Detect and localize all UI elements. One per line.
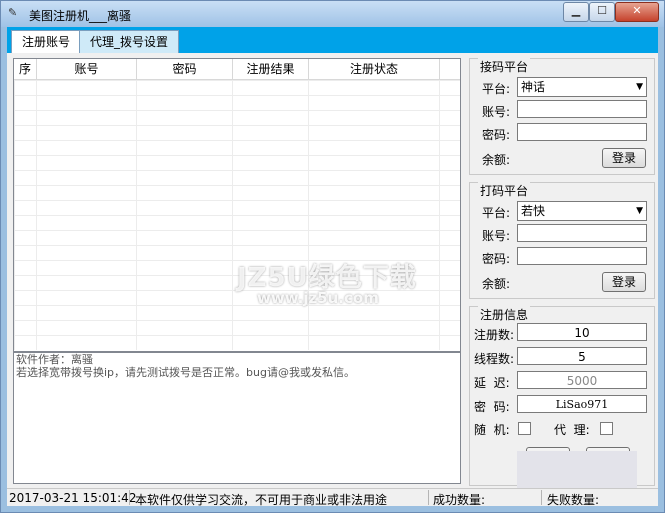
grid-column-divider — [439, 80, 440, 350]
column-header-result[interactable]: 注册结果 — [233, 59, 309, 79]
grid-header: 序 账号 密码 注册结果 注册状态 — [14, 59, 460, 80]
close-button[interactable]: ✕ — [615, 2, 659, 22]
chevron-down-icon: ▼ — [636, 82, 643, 92]
status-divider — [129, 490, 130, 505]
receive-account-input[interactable] — [517, 100, 647, 118]
status-notice: 本软件仅供学习交流，不可用于商业或非法用途 — [135, 493, 388, 507]
captcha-login-button[interactable]: 登录 — [602, 272, 646, 292]
captcha-platform-title: 打码平台 — [478, 182, 531, 199]
captcha-platform-label: 平台: — [482, 206, 511, 220]
window-title: 美图注册机___离骚 — [29, 9, 132, 23]
delay-input[interactable]: 5000 — [517, 371, 647, 389]
receive-platform-title: 接码平台 — [478, 58, 531, 75]
receive-platform-label: 平台: — [482, 82, 511, 96]
register-password-label: 密 码: — [474, 400, 510, 414]
log-textbox[interactable]: 软件作者：离骚 若选择宽带拨号换ip，请先测试拨号是否正常。bug请@我或发私信… — [13, 352, 461, 484]
status-fail-count-label: 失败数量: — [547, 493, 600, 507]
receive-balance-label: 余额: — [482, 153, 511, 167]
column-header-account[interactable]: 账号 — [37, 59, 137, 79]
captcha-password-label: 密码: — [482, 252, 511, 266]
column-header-status[interactable]: 注册状态 — [309, 59, 440, 79]
grid-column-divider — [308, 80, 309, 350]
receive-password-label: 密码: — [482, 128, 511, 142]
thread-count-input[interactable]: 5 — [517, 347, 647, 365]
minimize-button[interactable]: ▁ — [563, 2, 589, 22]
register-count-label: 注册数: — [474, 328, 515, 342]
status-divider — [541, 490, 542, 505]
delay-label: 延 迟: — [474, 376, 510, 390]
grid-column-divider — [36, 80, 37, 350]
random-checkbox[interactable] — [518, 422, 531, 435]
register-info-title: 注册信息 — [478, 306, 531, 323]
status-datetime: 2017-03-21 15:01:42 — [9, 491, 137, 505]
log-line-author: 软件作者：离骚 — [16, 353, 93, 366]
tab-register-account[interactable]: 注册账号 — [11, 30, 82, 53]
captcha-account-label: 账号: — [482, 229, 511, 243]
maximize-button[interactable]: ☐ — [589, 2, 615, 22]
log-line-hint: 若选择宽带拨号换ip，请先测试拨号是否正常。bug请@我或发私信。 — [16, 366, 355, 379]
app-window: ✎ 美图注册机___离骚 ▁ ☐ ✕ 注册账号 代理_拨号设置 序 账号 密码 … — [0, 0, 665, 513]
grid-body — [14, 80, 460, 350]
thread-count-label: 线程数: — [474, 352, 515, 366]
captcha-account-input[interactable] — [517, 224, 647, 242]
captcha-password-input[interactable] — [517, 247, 647, 265]
captcha-balance-label: 余额: — [482, 277, 511, 291]
register-password-input[interactable]: LiSao971 — [517, 395, 647, 413]
app-icon: ✎ — [8, 6, 18, 19]
captcha-platform-select[interactable]: 若快 ▼ — [517, 201, 647, 221]
receive-password-input[interactable] — [517, 123, 647, 141]
random-label: 随 机: — [474, 423, 510, 437]
receive-platform-panel: 接码平台 平台: 神话 ▼ 账号: 密码: 余额: 登录 — [469, 58, 655, 175]
client-area: 注册账号 代理_拨号设置 序 账号 密码 注册结果 注册状态 软件作者：离骚 若… — [7, 27, 658, 507]
receive-login-button[interactable]: 登录 — [602, 148, 646, 168]
column-header-index[interactable]: 序 — [14, 59, 37, 79]
captcha-platform-panel: 打码平台 平台: 若快 ▼ 账号: 密码: 余额: 登录 — [469, 182, 655, 299]
proxy-label: 代 理: — [554, 423, 590, 437]
receive-platform-select[interactable]: 神话 ▼ — [517, 77, 647, 97]
chevron-down-icon: ▼ — [636, 206, 643, 216]
receive-platform-selected: 神话 — [521, 80, 546, 94]
register-count-input[interactable]: 10 — [517, 323, 647, 341]
proxy-checkbox[interactable] — [600, 422, 613, 435]
title-bar: ✎ 美图注册机___离骚 ▁ ☐ ✕ — [1, 1, 664, 27]
column-header-password[interactable]: 密码 — [137, 59, 233, 79]
account-grid[interactable]: 序 账号 密码 注册结果 注册状态 — [13, 58, 461, 352]
grid-column-divider — [232, 80, 233, 350]
grid-column-divider — [136, 80, 137, 350]
captcha-platform-selected: 若快 — [521, 204, 546, 218]
tab-proxy-dial-settings[interactable]: 代理_拨号设置 — [79, 30, 180, 53]
status-divider — [428, 490, 429, 505]
obscured-region — [517, 451, 637, 491]
receive-account-label: 账号: — [482, 105, 511, 119]
status-bar: 2017-03-21 15:01:42 本软件仅供学习交流，不可用于商业或非法用… — [7, 488, 658, 507]
tab-strip: 注册账号 代理_拨号设置 — [7, 27, 658, 53]
status-success-count-label: 成功数量: — [433, 493, 486, 507]
